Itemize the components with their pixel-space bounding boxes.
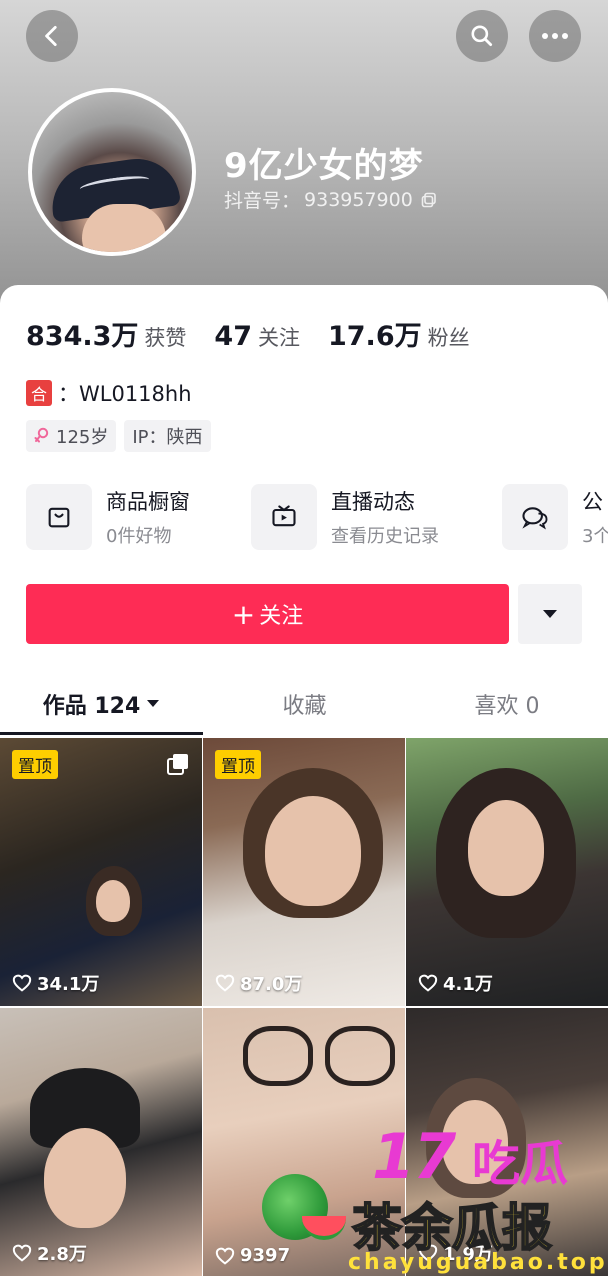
watermark-number: 17 [372,1120,456,1193]
likes-count-text: 34.1万 [37,974,100,995]
search-button[interactable] [456,10,508,62]
tab-favorites[interactable]: 收藏 [203,676,406,732]
age-chip: 125岁 [26,420,117,452]
more-dots-icon [542,33,568,39]
pinned-badge: 置顶 [215,750,261,779]
service-live-history[interactable]: 直播动态 查看历史记录 [251,484,439,550]
thumb-face-shape [468,800,544,896]
avatar-face-shape [82,204,166,252]
service-subtitle: 0件好物 [106,526,172,547]
ip-text: IP：陕西 [132,427,203,448]
thumb-glasses-shape [243,1026,313,1086]
stats-row: 834.3万 获赞 47 关注 17.6万 粉丝 [26,314,498,353]
service-subtitle: 3个 [582,526,608,547]
account-id: 933957900 [304,188,413,211]
tab-likes[interactable]: 喜欢 0 [406,676,608,732]
plus-icon: + [231,597,256,631]
more-button[interactable] [529,10,581,62]
thumb-face-shape [44,1128,126,1228]
heart-outline-icon [215,974,235,992]
collab-badge: 合 [26,380,52,406]
active-tab-indicator [0,732,203,735]
service-title: 公 [582,490,603,514]
heart-outline-icon [215,1247,235,1265]
video-thumbnail[interactable]: 置顶 87.0万 [203,738,405,1006]
video-likes: 87.0万 [215,970,302,996]
site-watermark: 17 吃瓜 茶余瓜报 chayuguabao.top [262,1120,608,1280]
video-thumbnail[interactable]: 置顶 34.1万 [0,738,202,1006]
service-group-chat[interactable]: 公 3个 [502,484,608,550]
search-icon [471,25,493,47]
chevron-left-icon [45,25,57,47]
pinned-badge: 置顶 [12,750,58,779]
service-icon-box [251,484,317,550]
multi-image-icon [167,754,188,775]
likes-count[interactable]: 834.3万 [26,314,138,353]
thumb-glasses-shape [325,1026,395,1086]
following-count[interactable]: 47 [214,321,252,352]
watermark-top-text: 吃瓜 [472,1136,569,1192]
followers-count[interactable]: 17.6万 [328,314,422,353]
thumb-face-shape [265,796,361,906]
likes-count-text: 87.0万 [240,974,303,995]
account-row[interactable]: 抖音号： 933957900 [224,186,437,213]
video-likes: 2.8万 [12,1240,87,1266]
service-title: 直播动态 [331,490,415,514]
video-thumbnail[interactable]: 4.1万 [406,738,608,1006]
account-label: 抖音号： [224,190,301,212]
tab-works[interactable]: 作品 124 [0,676,203,732]
likes-count-text: 4.1万 [443,974,493,995]
thumb-face-shape [96,880,130,922]
chat-bubbles-icon [522,507,548,530]
service-shop-window[interactable]: 商品橱窗 0件好物 [26,484,190,550]
nickname: 9亿少女的梦 [224,146,424,186]
video-likes: 4.1万 [418,970,493,996]
caret-down-icon [147,700,160,707]
info-chips: 125岁 IP：陕西 [26,420,211,452]
avatar[interactable] [28,88,196,256]
tv-icon [272,505,296,527]
video-likes: 34.1万 [12,970,99,996]
ip-chip: IP：陕西 [124,420,211,452]
following-label: 关注 [257,326,300,350]
likes-label: 获赞 [144,326,187,350]
more-actions-dropdown[interactable] [518,584,582,644]
follow-label: 关注 [259,604,304,629]
content-tabs: 作品 124 收藏 喜欢 0 [0,676,608,736]
tab-label: 喜欢 0 [474,694,540,719]
heart-outline-icon [12,1244,32,1262]
heart-outline-icon [418,974,438,992]
likes-count-text: 2.8万 [37,1244,87,1265]
female-icon [34,427,49,443]
back-button[interactable] [26,10,78,62]
services-row: 商品橱窗 0件好物 直播动态 查看历史记录 公 3个 [26,484,608,554]
age-text: 125岁 [56,427,109,448]
service-icon-box [26,484,92,550]
service-title: 商品橱窗 [106,490,190,514]
shopping-bag-icon [48,507,70,528]
tab-label: 作品 124 [42,694,141,719]
followers-label: 粉丝 [427,326,470,350]
follow-button[interactable]: + 关注 [26,584,509,644]
copy-icon[interactable] [421,192,437,208]
watermark-url: chayuguabao.top [348,1250,608,1275]
video-thumbnail[interactable]: 2.8万 [0,1008,202,1276]
collab-text: ：WL0118hh [58,382,192,406]
collab-tag-row: 合 ：WL0118hh [26,378,192,408]
service-subtitle: 查看历史记录 [331,526,439,547]
caret-down-icon [543,610,557,618]
heart-outline-icon [12,974,32,992]
tab-label: 收藏 [282,694,327,719]
service-icon-box [502,484,568,550]
